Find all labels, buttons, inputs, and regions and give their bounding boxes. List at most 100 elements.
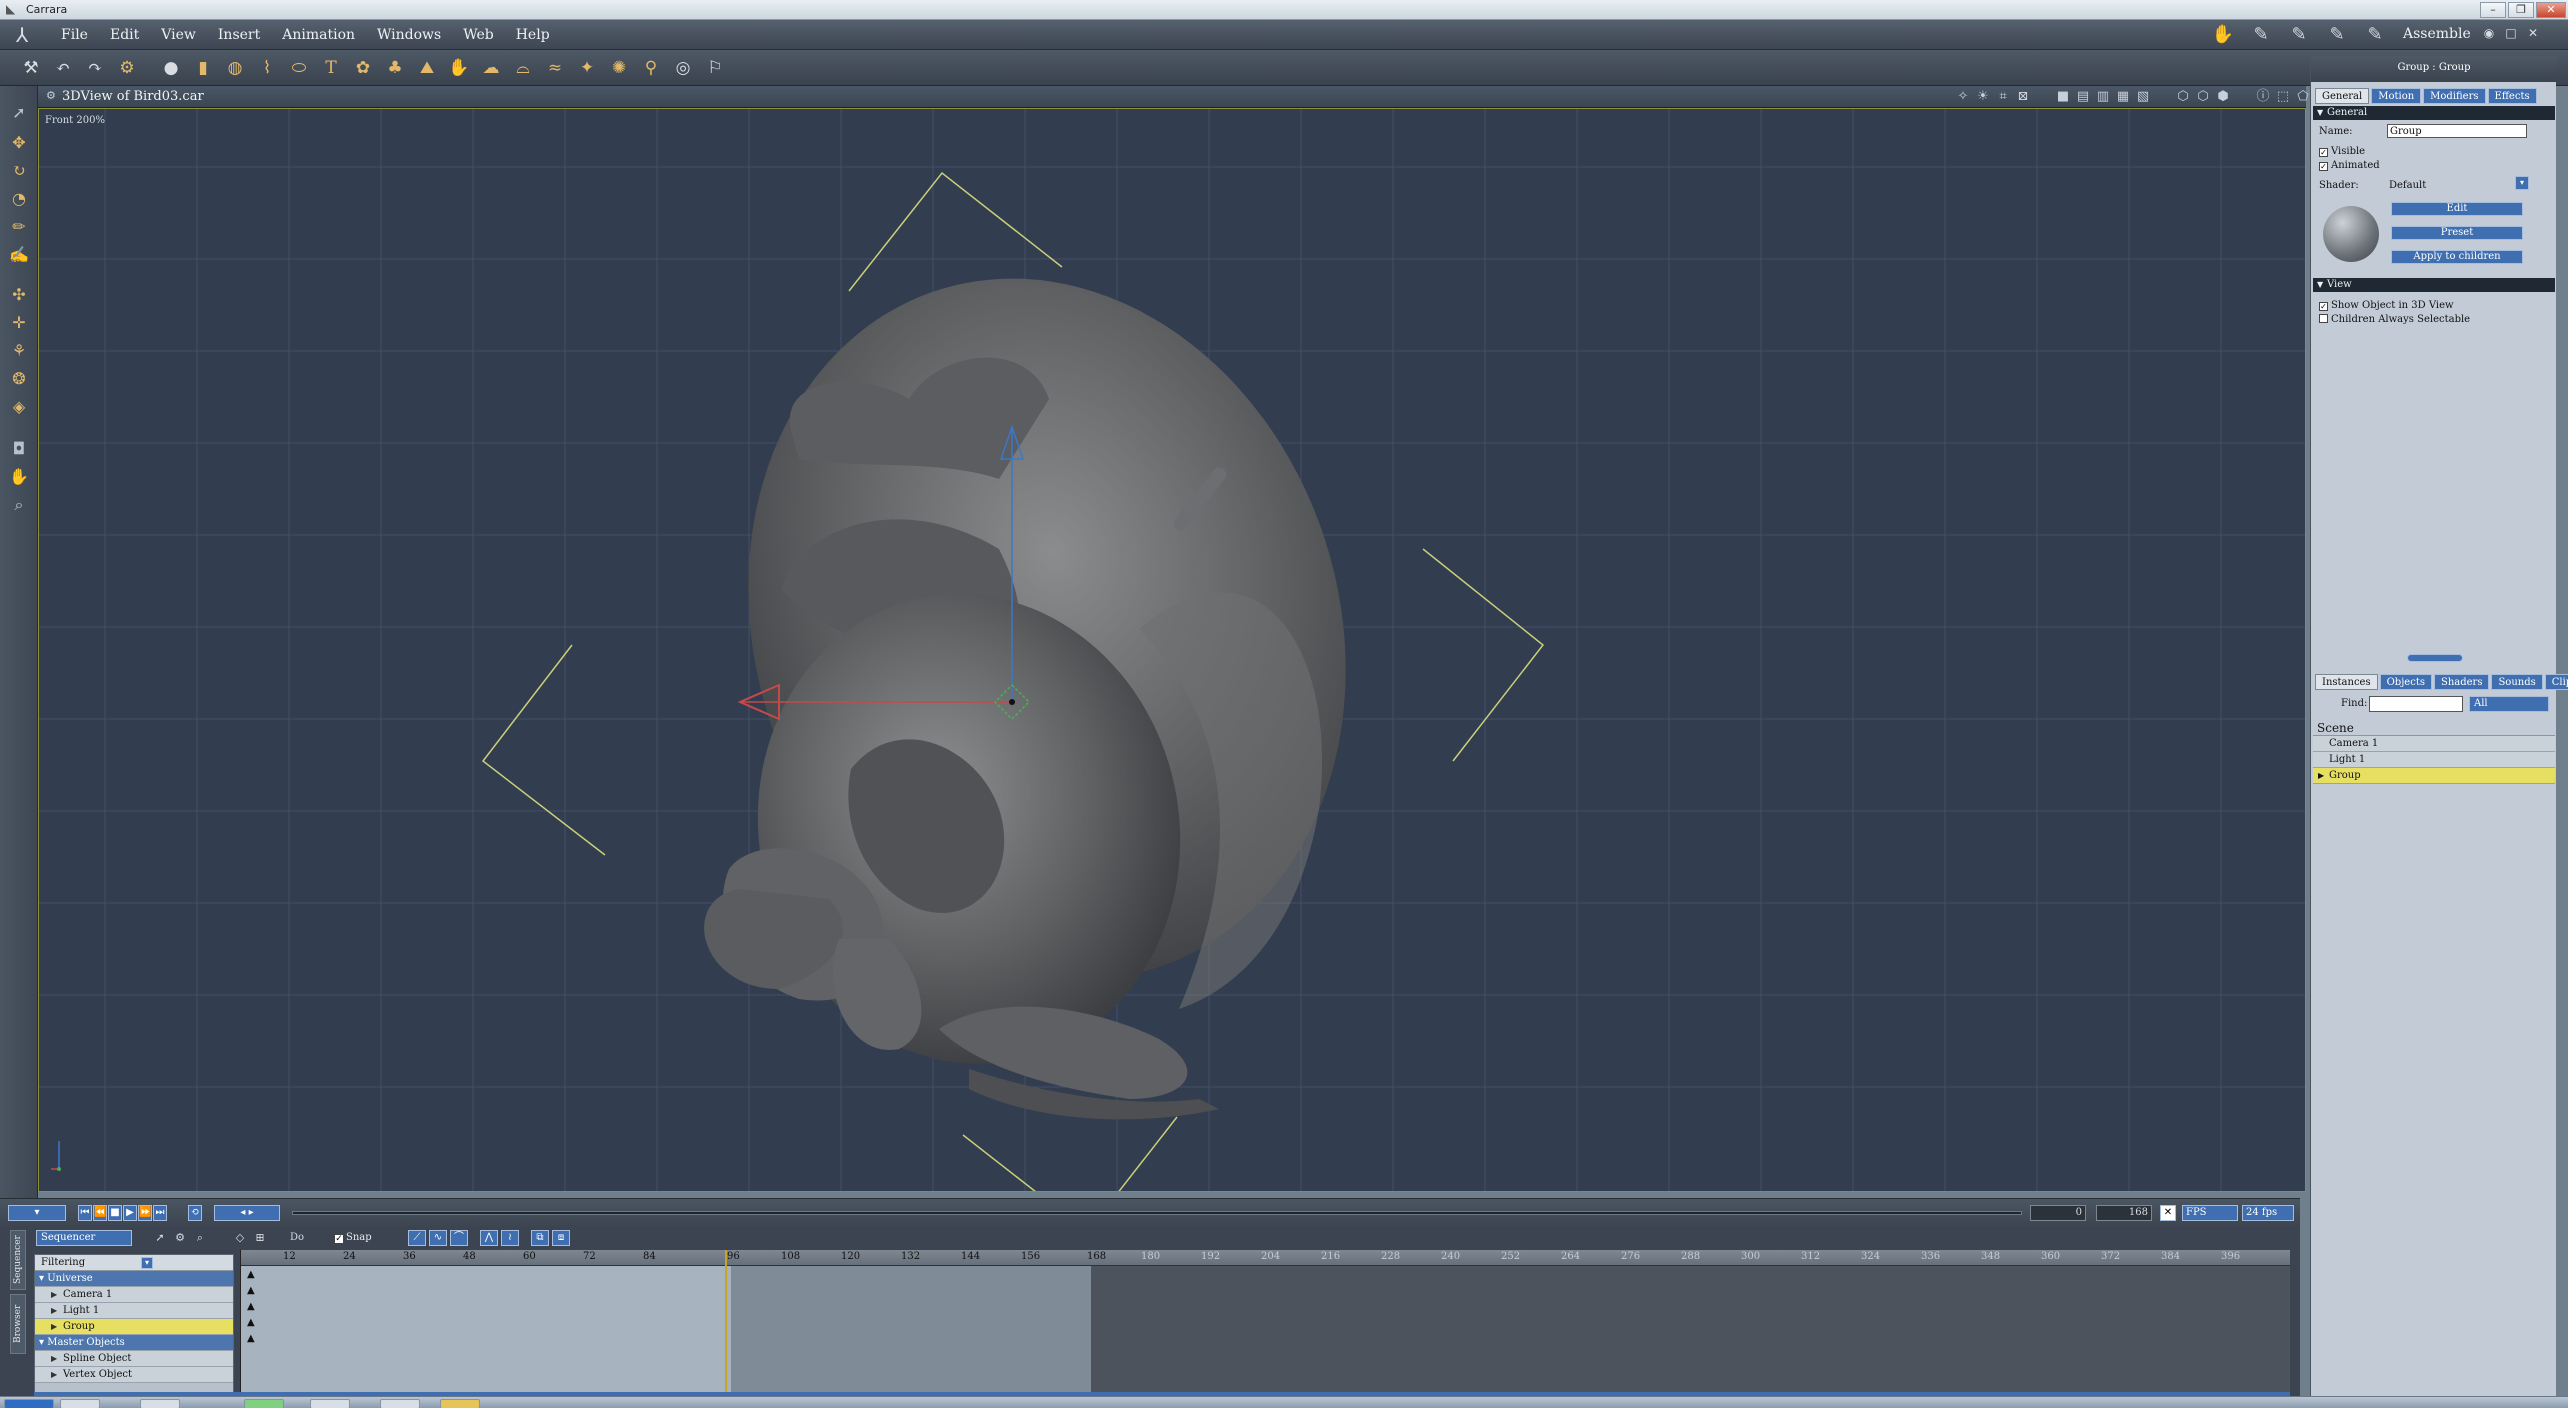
expand-icon[interactable]: ▶	[51, 1367, 57, 1382]
insert-sphere-icon[interactable]: ●	[158, 55, 184, 81]
texture-room-icon[interactable]: ✎	[2324, 24, 2350, 46]
menu-file[interactable]: File	[50, 26, 99, 44]
tween-bezier-icon[interactable]: ∿	[429, 1230, 447, 1246]
find-input[interactable]	[2369, 696, 2463, 712]
render-preview-icon[interactable]: ✧	[1956, 89, 1970, 105]
tree-group[interactable]: ▶ Group	[35, 1319, 233, 1335]
view-section-header[interactable]: ▼ View	[2313, 278, 2555, 292]
keyframe-marker[interactable]: ▲	[247, 1318, 255, 1328]
taskbar-item[interactable]	[440, 1399, 480, 1408]
panel-splitter[interactable]	[2407, 654, 2463, 662]
sun-icon[interactable]: ☀	[1976, 89, 1990, 105]
seq-gear-icon[interactable]: ⚙	[172, 1230, 188, 1246]
tab-motion[interactable]: Motion	[2371, 88, 2422, 104]
tab-instances[interactable]: Instances	[2315, 674, 2378, 690]
tab-modifiers[interactable]: Modifiers	[2423, 88, 2486, 104]
zoom-magnifier-icon[interactable]: ⌕	[6, 492, 32, 518]
restore-room-icon[interactable]: □	[2504, 26, 2518, 40]
shader-tool-icon[interactable]: ◈	[6, 394, 32, 420]
animated-checkbox[interactable]: ✓ Animated	[2319, 160, 2380, 171]
bone-tool-icon[interactable]: ✣	[6, 282, 32, 308]
undo-icon[interactable]: ↶	[50, 55, 76, 81]
edit-shader-button[interactable]: Edit	[2391, 202, 2523, 216]
brush-tool-icon[interactable]: ✍	[6, 242, 32, 268]
move-tool-icon[interactable]: ✥	[6, 130, 32, 156]
menu-windows[interactable]: Windows	[366, 26, 452, 44]
pan-hand-icon[interactable]: ✋	[6, 464, 32, 490]
expand-icon[interactable]: ▶	[51, 1319, 57, 1334]
insert-tree-icon[interactable]: ♣	[382, 55, 408, 81]
insert-plant-icon[interactable]: ✿	[350, 55, 376, 81]
start-button[interactable]	[4, 1399, 54, 1408]
3d-viewport[interactable]: Front 200%	[38, 108, 2306, 1192]
loop-button[interactable]: ⟲	[188, 1205, 202, 1221]
tab-shaders[interactable]: Shaders	[2433, 674, 2490, 690]
split-horizontal-icon[interactable]: ▤	[2076, 89, 2090, 105]
name-field[interactable]	[2387, 124, 2527, 138]
tree-master-objects[interactable]: ▾ Master Objects	[35, 1335, 233, 1351]
apply-to-children-button[interactable]: Apply to children	[2391, 250, 2523, 264]
quad-view-icon[interactable]: ▦	[2116, 89, 2130, 105]
tree-camera-1[interactable]: ▶ Camera 1	[35, 1287, 233, 1303]
insert-pin-icon[interactable]: ⚐	[702, 55, 728, 81]
rotate-tool-icon[interactable]: ↻	[6, 158, 32, 184]
tab-effects[interactable]: Effects	[2487, 88, 2537, 104]
working-box-icon[interactable]: ⌗	[1996, 89, 2010, 105]
timeline[interactable]: 12 24 36 48 60 72 84 96 108 120 132 144 …	[240, 1250, 2290, 1396]
fps-mode-select[interactable]: FPS	[2182, 1205, 2238, 1221]
maximize-button[interactable]: ❐	[2508, 2, 2534, 18]
expand-icon[interactable]: ▶	[51, 1303, 57, 1318]
seq-zoom-icon[interactable]: ⌕	[192, 1230, 208, 1246]
general-section-header[interactable]: ▼ General	[2313, 106, 2555, 120]
scene-item-light-1[interactable]: Light 1	[2313, 752, 2555, 768]
taskbar-item[interactable]	[380, 1399, 420, 1408]
tree-universe[interactable]: ▾ Universe	[35, 1271, 233, 1287]
tab-sounds[interactable]: Sounds	[2491, 674, 2543, 690]
taskbar-item[interactable]	[140, 1399, 180, 1408]
tween-paste-icon[interactable]: ⧈	[552, 1230, 570, 1246]
start-time-field[interactable]: 0	[2030, 1205, 2086, 1221]
scene-item-camera-1[interactable]: Camera 1	[2313, 736, 2555, 752]
playhead[interactable]	[725, 1250, 727, 1396]
seq-grid-icon[interactable]: ⊞	[252, 1230, 268, 1246]
insert-light-icon[interactable]: ✦	[574, 55, 600, 81]
filtering-menu-button[interactable]: ▾	[141, 1257, 153, 1269]
keyframe-marker[interactable]: ▲	[247, 1270, 255, 1280]
taskbar-item[interactable]	[60, 1399, 100, 1408]
render-room-icon[interactable]: ✎	[2362, 24, 2388, 46]
tween-ease-icon[interactable]: ⌒	[450, 1230, 468, 1246]
shader-menu-button[interactable]: ▾	[2515, 176, 2529, 190]
pointer-info-icon[interactable]: ⓘ	[2256, 89, 2270, 105]
tab-objects[interactable]: Objects	[2379, 674, 2432, 690]
insert-terrain-icon[interactable]: ⛰	[414, 55, 440, 81]
seq-select-icon[interactable]: ➚	[152, 1230, 168, 1246]
eye-icon[interactable]: ◉	[2482, 26, 2496, 40]
menu-help[interactable]: Help	[505, 26, 561, 44]
redo-icon[interactable]: ↷	[82, 55, 108, 81]
show-object-checkbox[interactable]: ✓ Show Object in 3D View	[2319, 300, 2454, 311]
menu-animation[interactable]: Animation	[271, 26, 366, 44]
insert-hand-icon[interactable]: ✋	[446, 55, 472, 81]
taskbar-item[interactable]	[310, 1399, 350, 1408]
insert-particle-icon[interactable]: ✺	[606, 55, 632, 81]
view-menu-icon[interactable]: ⚙	[46, 89, 56, 102]
tween-oscillate-icon[interactable]: ≀	[501, 1230, 519, 1246]
model-room-icon[interactable]: ✎	[2248, 24, 2274, 46]
expand-icon[interactable]: ▶	[51, 1287, 57, 1302]
camera-tool-icon[interactable]: ◘	[6, 436, 32, 462]
keyframe-marker[interactable]: ▲	[247, 1334, 255, 1344]
step-back-button[interactable]: ⏪	[93, 1205, 107, 1221]
reset-view-icon[interactable]: ⊠	[2016, 89, 2030, 105]
render-tool-icon[interactable]: ⚙	[114, 55, 140, 81]
go-to-end-button[interactable]: ⏭	[153, 1205, 167, 1221]
stop-button[interactable]: ■	[108, 1205, 122, 1221]
insert-cylinder-icon[interactable]: ▮	[190, 55, 216, 81]
menu-web[interactable]: Web	[452, 26, 505, 44]
keyframe-marker[interactable]: ▲	[247, 1302, 255, 1312]
gizmo-tool-icon[interactable]: ❂	[6, 366, 32, 392]
insert-spline-object-icon[interactable]: ⌇	[254, 55, 280, 81]
go-to-start-button[interactable]: ⏮	[78, 1205, 92, 1221]
insert-text-icon[interactable]: T	[318, 55, 344, 81]
tree-spline-object[interactable]: ▶ Spline Object	[35, 1351, 233, 1367]
browser-tab[interactable]: Browser	[10, 1294, 26, 1354]
